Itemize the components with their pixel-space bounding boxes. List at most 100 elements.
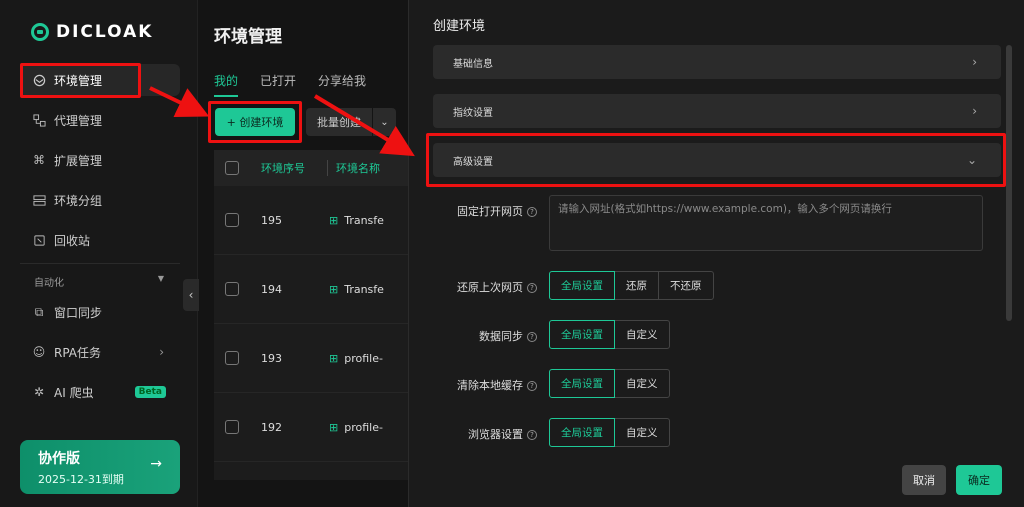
table-row[interactable]: 194 ⊞ Transfe (214, 255, 408, 324)
sidebar-item-label: 代理管理 (54, 113, 103, 128)
help-icon[interactable]: ? (527, 332, 537, 342)
sidebar-item-label: 回收站 (54, 233, 91, 248)
arrow-right-icon: → (150, 456, 162, 472)
label-text: 数据同步 (479, 330, 523, 343)
row-checkbox[interactable] (225, 213, 239, 227)
sidebar-item-rpa[interactable]: ☺ RPA任务 › (20, 336, 180, 368)
table-row[interactable]: 192 ⊞ profile- (214, 393, 408, 462)
option-restore[interactable]: 还原 (614, 271, 659, 300)
section-basic-info[interactable]: 基础信息 › (433, 45, 1001, 79)
data-sync-label: 数据同步? (437, 328, 537, 344)
logo-icon (31, 23, 49, 41)
plan-expiry: 2025-12-31到期 (38, 473, 124, 486)
option-custom[interactable]: 自定义 (614, 320, 670, 349)
table-row[interactable]: 195 ⊞ Transfe (214, 186, 408, 255)
batch-create-button[interactable]: 批量创建 (306, 108, 372, 136)
sidebar-item-label: RPA任务 (54, 345, 102, 360)
option-global[interactable]: 全局设置 (549, 320, 615, 349)
beta-badge: Beta (134, 386, 166, 398)
cancel-button[interactable]: 取消 (902, 465, 946, 495)
sidebar-item-label: AI 爬虫 (54, 385, 94, 400)
windows-icon: ⊞ (329, 420, 339, 434)
sidebar-item-env-group[interactable]: 环境分组 (20, 184, 180, 216)
option-global[interactable]: 全局设置 (549, 418, 615, 447)
chevron-down-icon[interactable]: ⌄ (373, 108, 396, 136)
section-fingerprint[interactable]: 指纹设置 › (433, 94, 1001, 128)
chevron-right-icon: › (972, 55, 977, 69)
tab-opened[interactable]: 已打开 (260, 72, 296, 97)
env-table: 环境序号 环境名称 195 ⊞ Transfe 194 ⊞ Transfe 19… (214, 150, 408, 480)
label-text: 固定打开网页 (457, 205, 523, 218)
row-name: Transfe (344, 213, 384, 227)
tab-shared[interactable]: 分享给我 (318, 72, 366, 97)
logo-text: DICLOAK (56, 22, 154, 42)
sidebar-item-ai-crawler[interactable]: ✲ AI 爬虫 Beta (20, 376, 180, 408)
help-icon[interactable]: ? (527, 381, 537, 391)
sidebar-item-window-sync[interactable]: ⧉ 窗口同步 (20, 296, 180, 328)
confirm-button[interactable]: 确定 (956, 465, 1002, 495)
column-header[interactable]: 环境序号 (261, 160, 305, 176)
option-custom[interactable]: 自定义 (614, 369, 670, 398)
select-all-checkbox[interactable] (225, 161, 239, 175)
sync-icon: ⧉ (34, 304, 44, 319)
chevron-left-icon[interactable]: ‹ (183, 279, 199, 311)
plan-title: 协作版 (38, 451, 80, 467)
row-number: 193 (261, 351, 282, 365)
section-label: 基础信息 (453, 58, 493, 70)
plan-card[interactable]: 协作版 2025-12-31到期 → (20, 440, 180, 494)
sidebar-item-label: 环境分组 (54, 193, 103, 208)
row-number: 192 (261, 420, 282, 434)
sidebar-item-label: 扩展管理 (54, 153, 103, 168)
restore-page-options: 全局设置 还原 不还原 (549, 271, 714, 300)
option-global[interactable]: 全局设置 (549, 369, 615, 398)
spider-icon: ✲ (33, 385, 45, 399)
help-icon[interactable]: ? (527, 430, 537, 440)
dialog-title: 创建环境 (433, 19, 486, 34)
help-icon[interactable]: ? (527, 207, 537, 217)
sidebar-item-label: 窗口同步 (54, 305, 103, 320)
sidebar-group-automation[interactable]: 自动化 ▼ (34, 274, 164, 289)
sidebar-item-trash[interactable]: 回收站 (20, 224, 180, 256)
section-label: 指纹设置 (453, 107, 493, 119)
highlight-box-advanced (426, 133, 1006, 187)
sidebar-item-proxy-management[interactable]: 代理管理 (20, 104, 180, 136)
row-name: profile- (344, 420, 383, 434)
column-divider (327, 160, 328, 176)
option-custom[interactable]: 自定义 (614, 418, 670, 447)
row-checkbox[interactable] (225, 282, 239, 296)
group-icon (32, 193, 46, 207)
chevron-right-icon: › (159, 345, 164, 359)
column-header[interactable]: 环境名称 (336, 160, 380, 176)
proxy-icon (32, 113, 46, 127)
option-global[interactable]: 全局设置 (549, 271, 615, 300)
clear-cache-label: 清除本地缓存? (437, 377, 537, 393)
fixed-page-input[interactable]: 请输入网址(格式如https://www.example.com)，输入多个网页… (549, 195, 983, 251)
help-icon[interactable]: ? (527, 283, 537, 293)
windows-icon: ⊞ (329, 213, 339, 227)
windows-icon: ⊞ (329, 282, 339, 296)
row-number: 195 (261, 213, 282, 227)
table-row[interactable]: 193 ⊞ profile- (214, 324, 408, 393)
logo: DICLOAK (31, 20, 153, 44)
label-text: 浏览器设置 (468, 428, 523, 441)
clear-cache-options: 全局设置 自定义 (549, 369, 670, 398)
row-name: profile- (344, 351, 383, 365)
page-title: 环境管理 (214, 27, 282, 47)
option-no-restore[interactable]: 不还原 (658, 271, 714, 300)
scrollbar[interactable] (1006, 45, 1012, 321)
windows-icon: ⊞ (329, 351, 339, 365)
highlight-box-create (208, 101, 302, 143)
main-tabs: 我的 已打开 分享给我 (214, 72, 366, 97)
extension-icon: ⌘ (33, 153, 45, 167)
sidebar-divider (20, 263, 180, 264)
create-env-dialog: 创建环境 基础信息 › 指纹设置 › 高级设置 ⌄ 固定打开网页? 请输入网址(… (408, 0, 1024, 507)
browser-settings-options: 全局设置 自定义 (549, 418, 670, 447)
highlight-box-sidebar (20, 63, 141, 98)
row-checkbox[interactable] (225, 351, 239, 365)
row-checkbox[interactable] (225, 420, 239, 434)
restore-page-label: 还原上次网页? (437, 279, 537, 295)
fixed-page-label: 固定打开网页? (437, 203, 537, 219)
sidebar-item-extension-management[interactable]: ⌘ 扩展管理 (20, 144, 180, 176)
tab-mine[interactable]: 我的 (214, 72, 239, 97)
sidebar-group-label: 自动化 (34, 278, 64, 289)
